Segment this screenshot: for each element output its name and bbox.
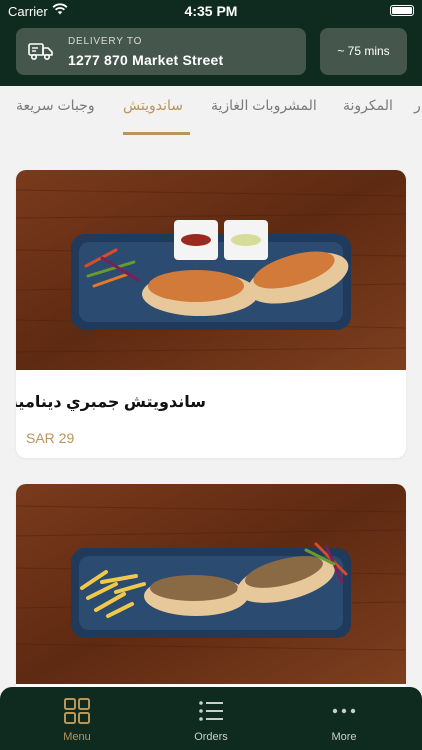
delivery-time-button[interactable]: ~ 75 mins (320, 28, 407, 75)
status-bar: Carrier 4:35 PM (0, 0, 422, 22)
product-image (16, 484, 406, 684)
tab-sandwich[interactable]: ساندويتش (123, 97, 183, 114)
delivery-truck-icon (28, 43, 53, 61)
nav-more-label: More (331, 731, 357, 743)
active-tab-indicator (123, 132, 190, 135)
clock: 4:35 PM (184, 3, 238, 19)
delivery-address-button[interactable]: DELIVERY TO 1277 870 Market Street (16, 28, 306, 75)
nav-more[interactable]: More (304, 697, 384, 743)
product-price: SAR 29 (26, 430, 75, 446)
battery-icon (390, 5, 414, 16)
tab-pasta[interactable]: المكرونة (343, 97, 393, 114)
delivery-label: DELIVERY TO (68, 36, 143, 47)
delivery-eta: ~ 75 mins (337, 44, 390, 58)
delivery-address: 1277 870 Market Street (68, 52, 224, 68)
product-card[interactable] (16, 484, 406, 694)
tab-fast-food[interactable]: وجبات سريعة (16, 97, 95, 114)
product-name: ساندويتش جمبري ديناميت (16, 394, 206, 411)
header: Carrier 4:35 PM DELIVERY TO 1277 870 Mar… (0, 0, 422, 86)
tab-partial[interactable]: ر (414, 97, 421, 114)
nav-menu[interactable]: Menu (37, 697, 117, 743)
grid-icon (64, 698, 90, 724)
product-image (16, 170, 406, 370)
nav-orders-label: Orders (194, 731, 228, 743)
tab-soft-drinks[interactable]: المشروبات الغازية (211, 97, 317, 114)
bottom-navigation: Menu Orders More (0, 687, 422, 750)
nav-orders[interactable]: Orders (171, 697, 251, 743)
product-card[interactable]: ساندويتش جمبري ديناميت SAR 29 (16, 170, 406, 458)
category-tabs: وجبات سريعة ساندويتش المشروبات الغازية ا… (0, 86, 422, 142)
more-dots-icon (332, 708, 356, 714)
list-icon (199, 701, 223, 721)
nav-menu-label: Menu (63, 731, 91, 743)
